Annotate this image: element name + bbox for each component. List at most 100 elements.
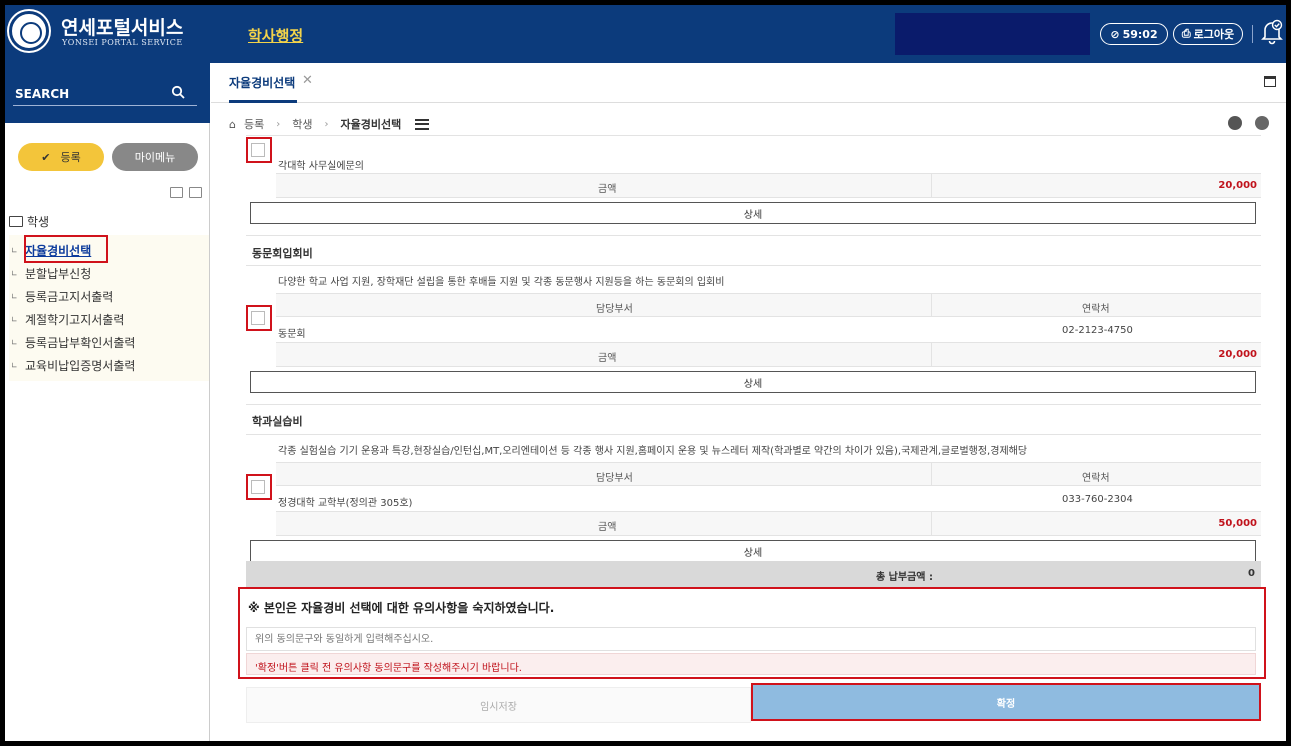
- column-divider: [931, 512, 932, 535]
- search-bar[interactable]: SEARCH: [5, 63, 210, 123]
- row-divider: [246, 434, 1261, 435]
- register-label: 등록: [60, 151, 81, 164]
- search-label: SEARCH: [15, 87, 70, 101]
- section-divider: [246, 235, 1261, 236]
- table-header-row: 담당부서 연락처: [276, 462, 1261, 486]
- app-subtitle: YONSEI PORTAL SERVICE: [62, 38, 183, 47]
- agreement-box: ※ 본인은 자율경비 선택에 대한 유의사항을 숙지하였습니다. '확정'버튼 …: [238, 587, 1266, 679]
- detail-button[interactable]: 상세: [250, 371, 1256, 393]
- sidebar-item-payment-confirm[interactable]: ∟ 등록금납부확인서출력: [9, 331, 209, 354]
- total-value: 0: [1248, 568, 1255, 579]
- scroll-up-icon[interactable]: [1228, 116, 1242, 130]
- sidebar-item-education-cert[interactable]: ∟ 교육비납입증명서출력: [9, 354, 209, 377]
- search-icon[interactable]: [171, 85, 185, 99]
- notification-bell-icon[interactable]: [1261, 19, 1283, 45]
- checkbox-highlight: [246, 137, 272, 163]
- tab-optional-fee[interactable]: 자율경비선택: [229, 74, 295, 91]
- register-button[interactable]: ✔ 등록: [18, 143, 104, 171]
- contact-header: 연락처: [1082, 473, 1110, 484]
- amount-row: 금액 50,000: [276, 512, 1261, 536]
- section-description: 각종 실험실습 기기 운용과 특강,현장실습/인턴십,MT,오리엔테이션 등 각…: [278, 446, 1028, 457]
- settings-circle-icon[interactable]: [1255, 116, 1269, 130]
- tree-branch-icon: ∟: [11, 269, 18, 278]
- contact-header: 연락처: [1082, 304, 1110, 315]
- sidebar-item-label: 계절학기고지서출력: [25, 313, 125, 327]
- breadcrumb-item[interactable]: 등록: [244, 116, 264, 132]
- dept-value: 각대학 사무실에문의: [278, 161, 364, 172]
- top-header: 연세포털서비스 YONSEI PORTAL SERVICE 학사행정 ⊘ 59:…: [5, 5, 1286, 63]
- tree-branch-icon: ∟: [11, 292, 18, 301]
- menu-title-link[interactable]: 학사행정: [248, 25, 303, 46]
- section-description: 다양한 학교 사업 지원, 장학재단 설립을 통한 후배들 지원 및 각종 동문…: [278, 277, 725, 288]
- dept-header: 담당부서: [596, 304, 633, 315]
- total-label: 총 납부금액 :: [876, 572, 933, 583]
- screen-frame: 연세포털서비스 YONSEI PORTAL SERVICE 학사행정 ⊘ 59:…: [0, 0, 1291, 746]
- expand-all-icon[interactable]: [189, 187, 202, 198]
- section-title: 학과실습비: [252, 415, 303, 428]
- detail-button[interactable]: 상세: [250, 540, 1256, 562]
- breadcrumb: ⌂ 등록 › 학생 › 자율경비선택: [229, 116, 430, 132]
- column-divider: [931, 294, 932, 316]
- session-timer-text: 59:02: [1122, 27, 1158, 41]
- window-maximize-icon[interactable]: [1264, 76, 1276, 87]
- sidebar-item-tuition-bill[interactable]: ∟ 등록금고지서출력: [9, 285, 209, 308]
- header-divider: [1252, 25, 1253, 43]
- logout-button[interactable]: ⎙ 로그아웃: [1173, 23, 1243, 45]
- tab-active-indicator: [229, 100, 297, 103]
- agreement-title: ※ 본인은 자율경비 선택에 대한 유의사항을 숙지하였습니다.: [248, 601, 555, 615]
- table-header-row: 담당부서 연락처: [276, 293, 1261, 317]
- amount-row: 금액 20,000: [276, 174, 1261, 198]
- folder-icon: [9, 216, 23, 227]
- tree-branch-icon: ∟: [11, 361, 18, 370]
- hamburger-menu-icon[interactable]: [415, 118, 430, 130]
- total-payment-bar: 총 납부금액 : 0: [246, 561, 1261, 587]
- mymenu-button[interactable]: 마이메뉴: [112, 143, 198, 171]
- dept-header: 담당부서: [596, 473, 633, 484]
- sidebar: SEARCH ✔ 등록 마이메뉴 학생 ∟ 자율경비선택 ∟ 분할납부신청 ∟ …: [5, 63, 210, 741]
- sidebar-item-label: 교육비납입증명서출력: [25, 359, 136, 373]
- content-area: 각대학 사무실에문의 금액 20,000 상세 동문회입회비 다양한 학교 사업…: [238, 135, 1266, 741]
- amount-value: 50,000: [1218, 518, 1257, 529]
- user-info-box: [895, 13, 1090, 55]
- tree-root-student[interactable]: 학생: [9, 213, 49, 230]
- main-panel: 자율경비선택 ✕ ⌂ 등록 › 학생 › 자율경비선택 각대학 사무실에문의 금: [211, 63, 1286, 741]
- agreement-input[interactable]: [246, 627, 1256, 651]
- breadcrumb-separator-icon: ›: [276, 118, 281, 130]
- checkbox-highlight: [246, 474, 272, 500]
- home-icon[interactable]: ⌂: [229, 118, 236, 131]
- row-divider: [246, 135, 1261, 136]
- sidebar-item-seasonal-bill[interactable]: ∟ 계절학기고지서출력: [9, 308, 209, 331]
- clock-icon: ⊘: [1110, 27, 1120, 41]
- app-title[interactable]: 연세포털서비스: [61, 13, 183, 40]
- dept-value: 동문회: [278, 329, 306, 340]
- session-timer-button[interactable]: ⊘ 59:02: [1100, 23, 1168, 45]
- amount-value: 20,000: [1218, 349, 1257, 360]
- temp-save-button[interactable]: 임시저장: [246, 687, 751, 723]
- sidebar-item-label: 등록금납부확인서출력: [25, 336, 136, 350]
- amount-row: 금액 20,000: [276, 343, 1261, 367]
- tree-branch-icon: ∟: [11, 246, 18, 255]
- detail-button[interactable]: 상세: [250, 202, 1256, 224]
- logout-label: 로그아웃: [1193, 28, 1235, 41]
- section-title: 동문회입회비: [252, 247, 313, 260]
- amount-label: 금액: [598, 184, 617, 195]
- tree-branch-icon: ∟: [11, 338, 18, 347]
- contact-value: 033-760-2304: [1062, 494, 1133, 505]
- collapse-all-icon[interactable]: [170, 187, 183, 198]
- tree-controls: [170, 187, 202, 198]
- section-divider: [246, 404, 1261, 405]
- dept-value: 정경대학 교학부(정의관 305호): [278, 498, 413, 509]
- row-divider: [246, 265, 1261, 266]
- breadcrumb-item[interactable]: 학생: [292, 116, 312, 132]
- yonsei-emblem-icon[interactable]: [9, 11, 49, 51]
- column-divider: [931, 343, 932, 366]
- sidebar-item-label: 분할납부신청: [25, 267, 92, 281]
- breadcrumb-separator-icon: ›: [324, 118, 329, 130]
- breadcrumb-current: 자율경비선택: [340, 118, 402, 131]
- confirm-button[interactable]: 확정: [751, 683, 1261, 721]
- amount-label: 금액: [598, 353, 617, 364]
- tree-branch-icon: ∟: [11, 315, 18, 324]
- sidebar-item-installment[interactable]: ∟ 분할납부신청: [9, 262, 209, 285]
- column-divider: [931, 174, 932, 197]
- tab-close-icon[interactable]: ✕: [302, 73, 313, 88]
